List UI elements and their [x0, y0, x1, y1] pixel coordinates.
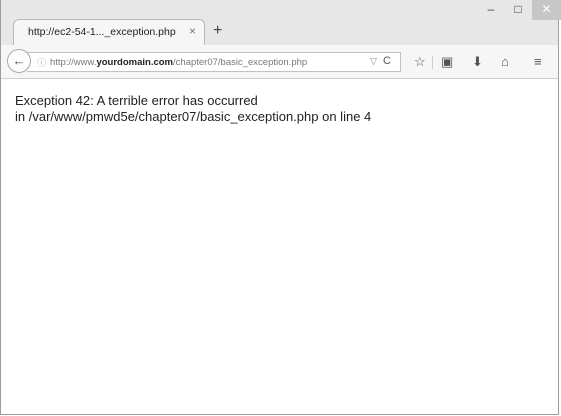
home-icon[interactable]: ⌂: [501, 55, 509, 69]
error-location: in /var/www/pmwd5e/chapter07/basic_excep…: [15, 109, 372, 124]
title-bar: http://ec2-54-1..._exception.php × + – □…: [1, 0, 561, 46]
url-path: /chapter07/basic_exception.php: [173, 57, 308, 68]
maximize-button[interactable]: □: [504, 0, 532, 20]
site-info-icon[interactable]: ⓘ: [37, 56, 46, 69]
url-bar[interactable]: ⓘ http://www.yourdomain.com/chapter07/ba…: [27, 52, 401, 72]
navigation-bar: ⓘ http://www.yourdomain.com/chapter07/ba…: [1, 45, 558, 79]
url-prefix: http://www.: [50, 57, 97, 68]
url-text[interactable]: http://www.yourdomain.com/chapter07/basi…: [50, 57, 307, 68]
url-domain: yourdomain.com: [96, 57, 174, 68]
reload-icon[interactable]: C: [383, 55, 391, 67]
new-tab-button[interactable]: +: [213, 22, 222, 40]
browser-window: http://ec2-54-1..._exception.php × + – □…: [0, 0, 561, 415]
tab-active[interactable]: http://ec2-54-1..._exception.php ×: [13, 19, 205, 46]
bookmark-star-icon[interactable]: ☆: [414, 55, 426, 69]
page-content: Exception 42: A terrible error has occur…: [15, 93, 371, 125]
menu-icon[interactable]: ≡: [534, 55, 542, 69]
error-message: Exception 42: A terrible error has occur…: [15, 93, 258, 108]
reader-view-icon[interactable]: ▣: [441, 55, 453, 69]
back-button[interactable]: ←: [7, 49, 31, 73]
toolbar-separator: [432, 56, 433, 69]
minimize-button[interactable]: –: [477, 0, 505, 20]
close-window-button[interactable]: ✕: [532, 0, 561, 20]
download-icon[interactable]: ⬇: [472, 55, 483, 69]
tab-title: http://ec2-54-1..._exception.php: [28, 26, 176, 38]
tab-close-icon[interactable]: ×: [189, 24, 196, 38]
url-dropdown-icon[interactable]: ▽: [370, 56, 377, 67]
